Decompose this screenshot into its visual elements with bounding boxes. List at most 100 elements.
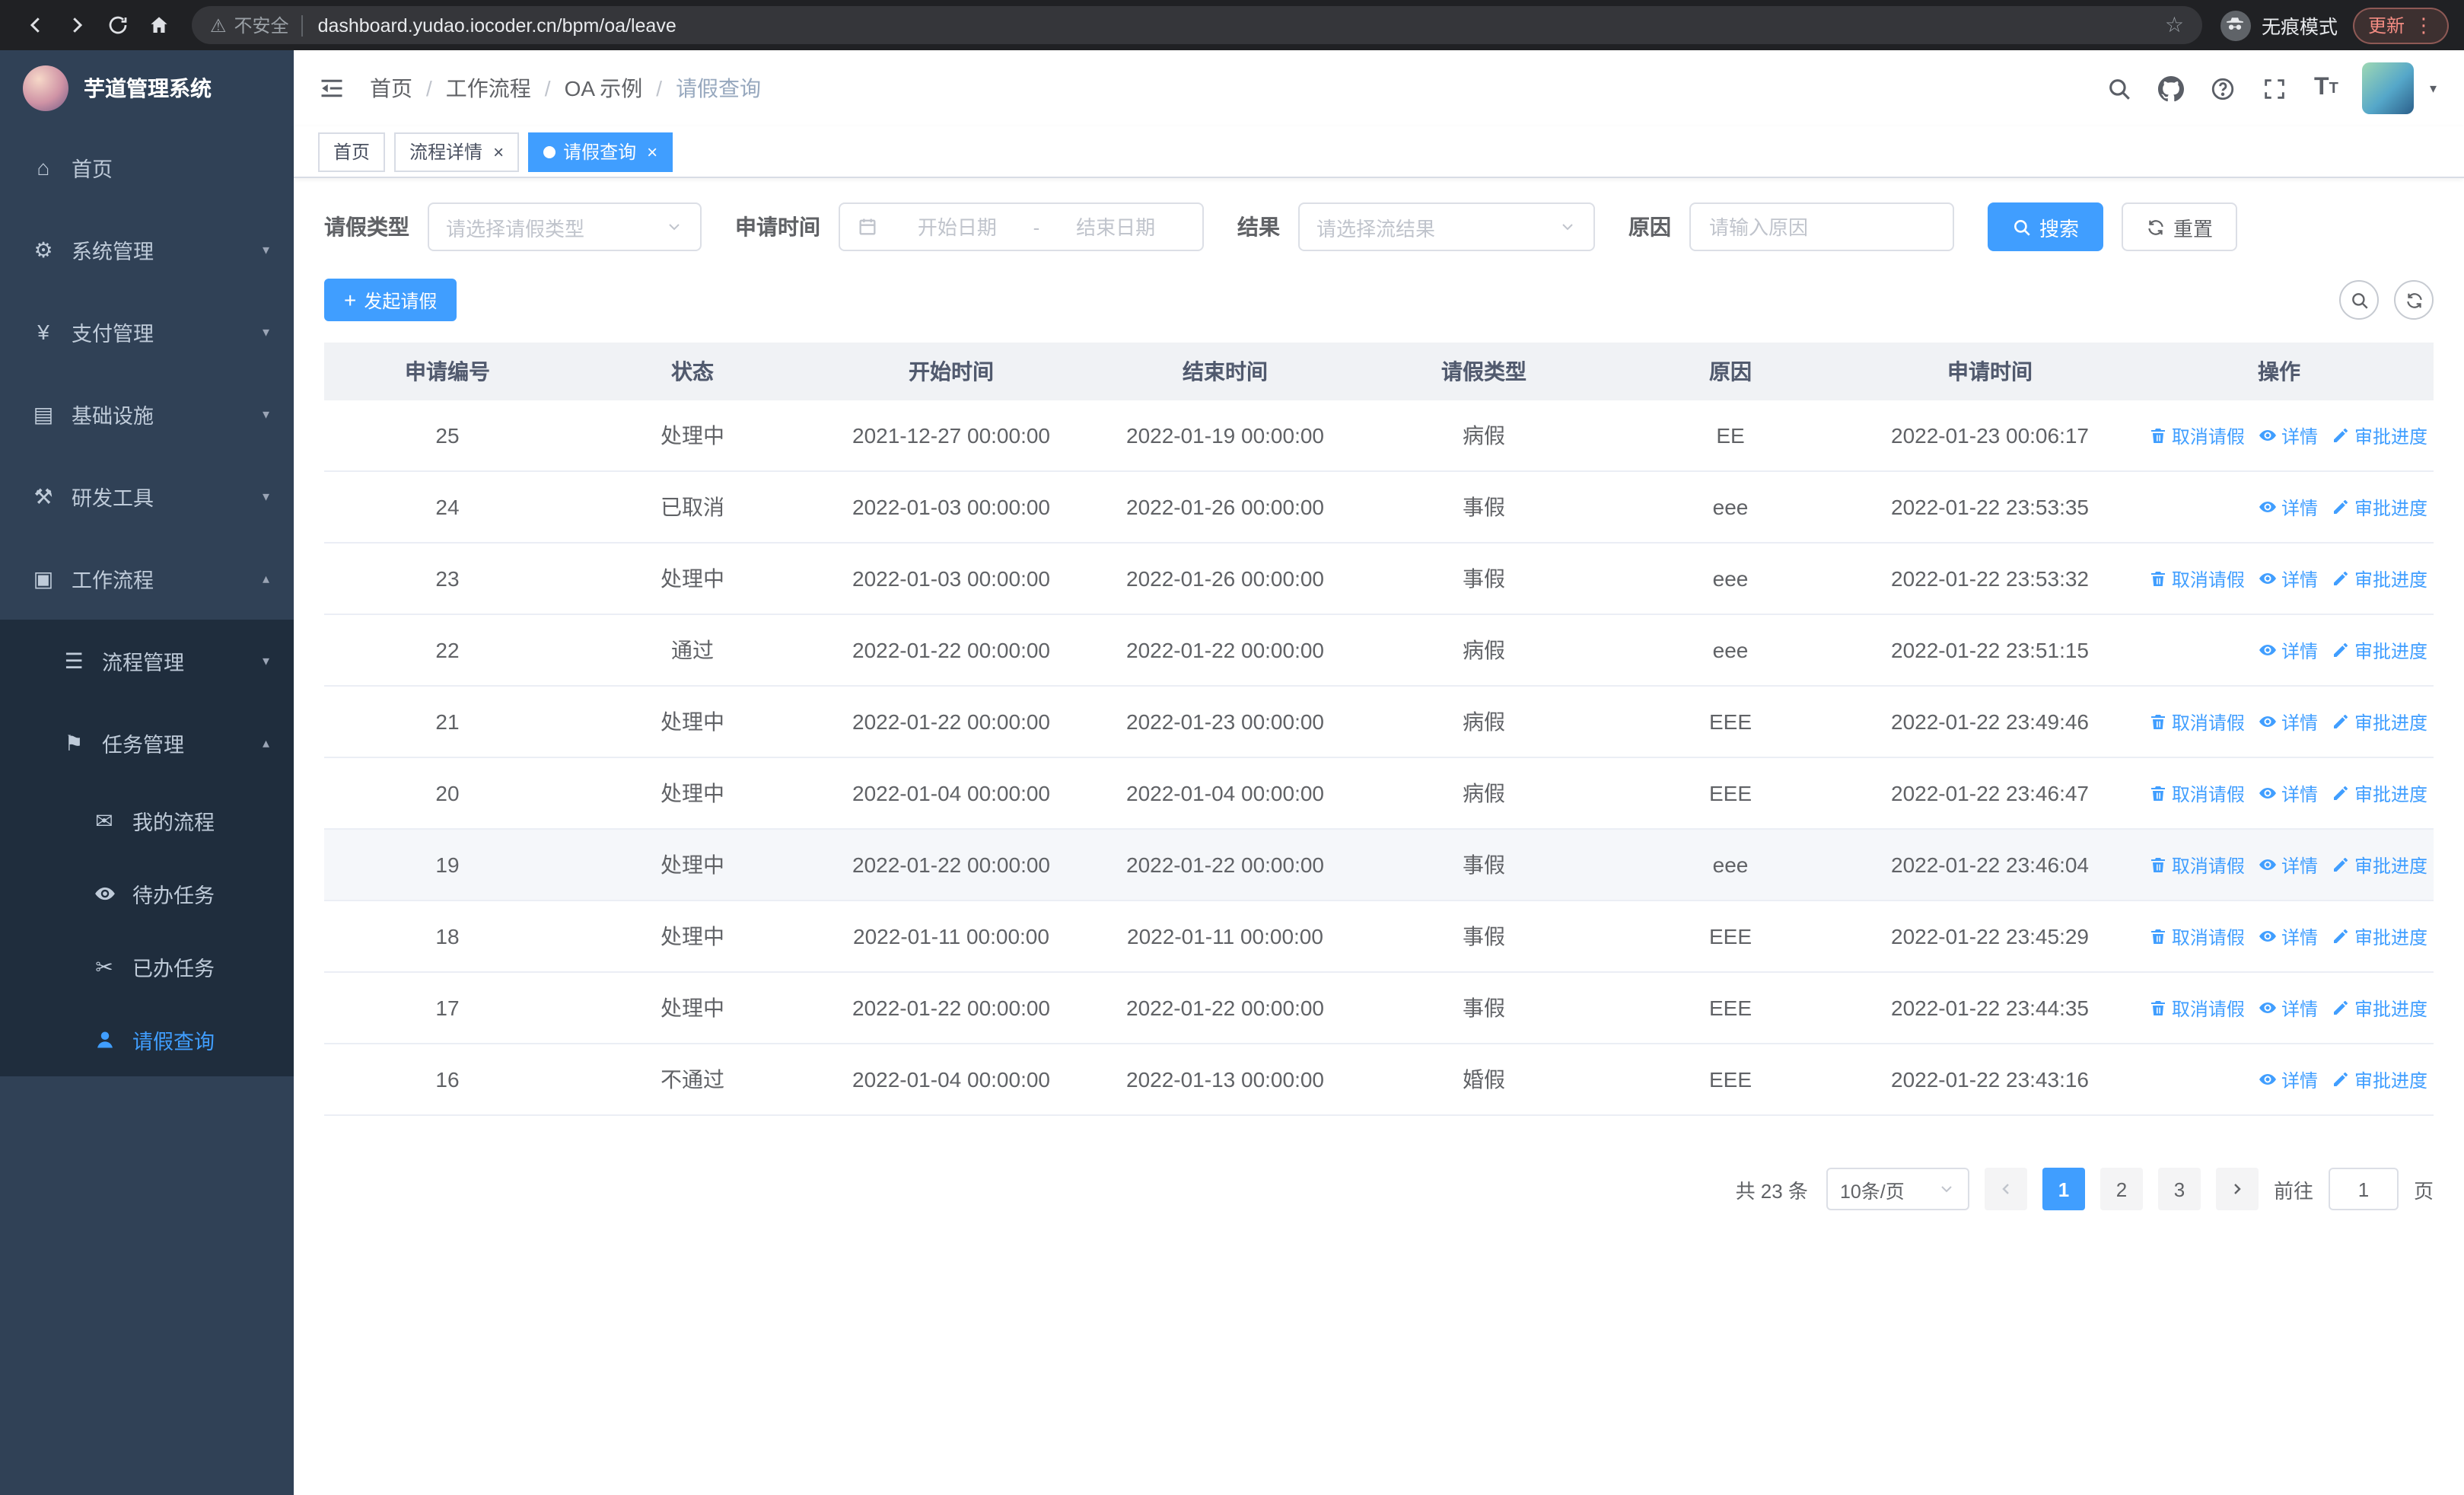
- breadcrumb-item[interactable]: OA 示例: [565, 73, 643, 104]
- sidebar-item-my-process[interactable]: ✉ 我的流程: [0, 784, 294, 857]
- tab-leave-query[interactable]: 请假查询 ×: [528, 132, 673, 171]
- cell-id: 16: [435, 1067, 460, 1092]
- cancel-leave-link[interactable]: 取消请假: [2149, 566, 2245, 591]
- header-search-icon[interactable]: [2098, 62, 2141, 114]
- sidebar-item-todo-tasks[interactable]: 待办任务: [0, 857, 294, 930]
- action-label: 取消请假: [2171, 926, 2245, 948]
- browser-menu-icon[interactable]: ⋮: [2414, 13, 2434, 37]
- user-icon: [91, 1029, 117, 1050]
- sidebar-item-system[interactable]: ⚙ 系统管理 ▾: [0, 209, 294, 291]
- approval-progress-link[interactable]: 审批进度: [2332, 995, 2427, 1021]
- breadcrumb-item[interactable]: 工作流程: [446, 73, 531, 104]
- detail-link[interactable]: 详情: [2259, 1066, 2318, 1092]
- tab-label: 首页: [333, 142, 371, 163]
- sidebar: 芋道管理系统 ⌂ 首页 ⚙ 系统管理 ▾ ¥ 支付管理 ▾ ▤ 基础设施 ▾ ⚒ 研发工具 ▾ ▣ 工作流程 ▴…: [0, 50, 294, 1495]
- page-1-button[interactable]: 1: [2042, 1168, 2085, 1210]
- sidebar-item-leave-query[interactable]: 请假查询: [0, 1003, 294, 1076]
- toolbar-search-icon[interactable]: [2339, 280, 2379, 320]
- reason-input[interactable]: [1689, 202, 1954, 251]
- detail-link[interactable]: 详情: [2259, 780, 2318, 806]
- goto-page-input[interactable]: [2328, 1168, 2399, 1210]
- cancel-leave-link[interactable]: 取消请假: [2149, 709, 2245, 735]
- detail-link[interactable]: 详情: [2259, 852, 2318, 878]
- start-date-input[interactable]: [887, 215, 1027, 238]
- approval-progress-link[interactable]: 审批进度: [2332, 923, 2427, 949]
- detail-link[interactable]: 详情: [2259, 637, 2318, 663]
- sidebar-item-done-tasks[interactable]: ✂ 已办任务: [0, 930, 294, 1003]
- detail-link[interactable]: 详情: [2259, 709, 2318, 735]
- detail-link[interactable]: 详情: [2259, 422, 2318, 448]
- page-2-button[interactable]: 2: [2099, 1168, 2143, 1210]
- detail-icon: [2259, 498, 2277, 516]
- back-button[interactable]: [15, 5, 56, 46]
- detail-link[interactable]: 详情: [2259, 566, 2318, 591]
- cancel-leave-link[interactable]: 取消请假: [2149, 780, 2245, 806]
- progress-icon: [2332, 641, 2350, 659]
- end-date-input[interactable]: [1046, 215, 1186, 238]
- bookmark-star-icon[interactable]: ☆: [2165, 12, 2184, 38]
- cell-end: 2022-01-26 00:00:00: [1126, 566, 1324, 591]
- prev-page-button[interactable]: [1984, 1168, 2027, 1210]
- tab-close-icon[interactable]: ×: [647, 142, 657, 161]
- cancel-leave-link[interactable]: 取消请假: [2149, 923, 2245, 949]
- cancel-leave-link[interactable]: 取消请假: [2149, 422, 2245, 448]
- sidebar-item-workflow[interactable]: ▣ 工作流程 ▴: [0, 537, 294, 620]
- sidebar-item-process-management[interactable]: ☰ 流程管理 ▾: [0, 620, 294, 702]
- sidebar-item-dev-tools[interactable]: ⚒ 研发工具 ▾: [0, 455, 294, 537]
- next-page-button[interactable]: [2215, 1168, 2259, 1210]
- detail-link[interactable]: 详情: [2259, 494, 2318, 520]
- tab-home[interactable]: 首页: [318, 132, 386, 171]
- update-label: 更新: [2367, 15, 2405, 37]
- search-button[interactable]: 搜索: [1988, 202, 2104, 251]
- approval-progress-link[interactable]: 审批进度: [2332, 566, 2427, 591]
- avatar-dropdown-icon[interactable]: ▾: [2430, 80, 2437, 97]
- tab-close-icon[interactable]: ×: [493, 142, 504, 161]
- sidebar-item-home[interactable]: ⌂ 首页: [0, 126, 294, 209]
- forward-button[interactable]: [56, 5, 97, 46]
- reload-button[interactable]: [97, 5, 138, 46]
- font-size-icon[interactable]: TT: [2305, 62, 2348, 114]
- table-row: 18 处理中 2022-01-11 00:00:00 2022-01-11 00:00…: [324, 901, 2434, 973]
- result-select[interactable]: 请选择流结果: [1298, 202, 1595, 251]
- help-icon[interactable]: [2201, 62, 2244, 114]
- approval-progress-link[interactable]: 审批进度: [2332, 780, 2427, 806]
- cancel-leave-link[interactable]: 取消请假: [2149, 852, 2245, 878]
- approval-progress-link[interactable]: 审批进度: [2332, 852, 2427, 878]
- home-button[interactable]: [138, 5, 180, 46]
- sidebar-collapse-icon[interactable]: [318, 75, 345, 102]
- detail-link[interactable]: 详情: [2259, 923, 2318, 949]
- page-size-select[interactable]: 10条/页: [1826, 1168, 1969, 1210]
- app-logo[interactable]: 芋道管理系统: [0, 50, 294, 126]
- apply-time-range-picker[interactable]: -: [839, 202, 1204, 251]
- approval-progress-link[interactable]: 审批进度: [2332, 422, 2427, 448]
- approval-progress-link[interactable]: 审批进度: [2332, 637, 2427, 663]
- sidebar-item-payment[interactable]: ¥ 支付管理 ▾: [0, 291, 294, 373]
- approval-progress-link[interactable]: 审批进度: [2332, 494, 2427, 520]
- cancel-leave-link[interactable]: 取消请假: [2149, 995, 2245, 1021]
- not-secure-label[interactable]: 不安全: [234, 12, 289, 38]
- detail-link[interactable]: 详情: [2259, 995, 2318, 1021]
- address-bar[interactable]: ⚠ 不安全 dashboard.yudao.iocoder.cn/bpm/oa/…: [192, 6, 2202, 44]
- action-label: 取消请假: [2171, 855, 2245, 876]
- cell-type: 事假: [1463, 853, 1505, 877]
- action-label: 详情: [2281, 497, 2318, 518]
- toolbar-refresh-icon[interactable]: [2394, 280, 2434, 320]
- reset-button[interactable]: 重置: [2122, 202, 2238, 251]
- fullscreen-icon[interactable]: [2253, 62, 2296, 114]
- cell-end: 2022-01-22 00:00:00: [1126, 638, 1324, 662]
- approval-progress-link[interactable]: 审批进度: [2332, 709, 2427, 735]
- approval-progress-link[interactable]: 审批进度: [2332, 1066, 2427, 1092]
- breadcrumb-item[interactable]: 首页: [370, 73, 412, 104]
- update-button[interactable]: 更新 ⋮: [2352, 7, 2449, 43]
- tab-process-detail[interactable]: 流程详情 ×: [394, 132, 520, 171]
- user-avatar[interactable]: [2362, 62, 2415, 114]
- page-3-button[interactable]: 3: [2157, 1168, 2201, 1210]
- cell-reason: eee: [1712, 495, 1749, 519]
- create-leave-button[interactable]: + 发起请假: [324, 279, 457, 321]
- sidebar-item-task-management[interactable]: ⚑ 任务管理 ▴: [0, 702, 294, 784]
- sidebar-item-infrastructure[interactable]: ▤ 基础设施 ▾: [0, 373, 294, 455]
- chevron-down-icon: [665, 218, 683, 236]
- table-row: 21 处理中 2022-01-22 00:00:00 2022-01-23 00:00…: [324, 687, 2434, 758]
- leave-type-select[interactable]: 请选择请假类型: [428, 202, 702, 251]
- github-icon[interactable]: [2150, 62, 2192, 114]
